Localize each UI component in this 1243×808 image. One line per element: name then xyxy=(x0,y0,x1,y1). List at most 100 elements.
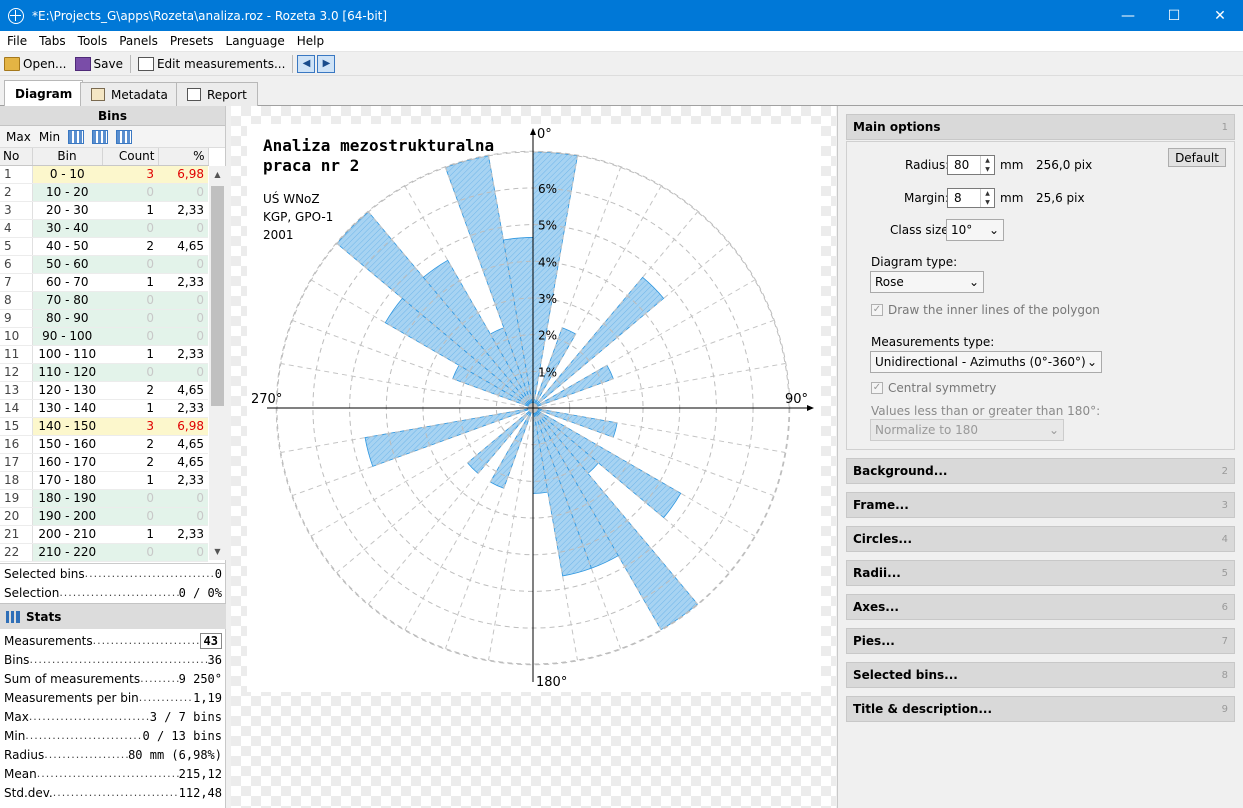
class-size-combo[interactable]: 10° ⌄ xyxy=(946,219,1004,241)
cell-no: 13 xyxy=(0,381,32,400)
table-row[interactable]: 18 170 - 180 1 2,33 xyxy=(0,471,208,490)
inner-lines-checkbox[interactable]: ✓ Draw the inner lines of the polygon xyxy=(871,303,1100,317)
collapse-right-icon[interactable]: ▶ xyxy=(317,54,336,73)
bins-scrollbar[interactable]: ▲ ▼ xyxy=(209,166,226,560)
select-all-icon[interactable] xyxy=(68,129,85,144)
central-symmetry-checkbox[interactable]: ✓ Central symmetry xyxy=(871,381,996,395)
cell-count: 0 xyxy=(102,219,158,238)
col-pct[interactable]: % xyxy=(158,148,209,166)
table-row[interactable]: 8 70 - 80 0 0 xyxy=(0,291,208,310)
table-row[interactable]: 11 100 - 110 1 2,33 xyxy=(0,345,208,364)
section-header[interactable]: Background... 2 xyxy=(846,458,1235,484)
table-row[interactable]: 3 20 - 30 1 2,33 xyxy=(0,201,208,220)
circle-label: 4% xyxy=(538,255,557,269)
table-row[interactable]: 2 10 - 20 0 0 xyxy=(0,183,208,202)
scroll-up-icon[interactable]: ▲ xyxy=(209,166,226,183)
margin-pix: 25,6 pix xyxy=(1036,191,1085,205)
stats-header[interactable]: Stats xyxy=(0,603,226,629)
menu-tabs[interactable]: Tabs xyxy=(33,34,72,48)
table-row[interactable]: 7 60 - 70 1 2,33 xyxy=(0,273,208,292)
open-button[interactable]: Open... xyxy=(0,53,71,75)
radius-spinner[interactable]: 80 ▲ ▼ xyxy=(947,155,995,175)
margin-value[interactable]: 8 xyxy=(948,189,980,207)
tab-strip: Diagram Metadata Report xyxy=(0,80,1243,107)
cell-bin: 40 - 50 xyxy=(31,237,102,256)
tab-diagram[interactable]: Diagram xyxy=(4,80,84,107)
menu-file[interactable]: File xyxy=(0,34,33,48)
section-header[interactable]: Axes... 6 xyxy=(846,594,1235,620)
cell-pct: 2,33 xyxy=(158,273,208,292)
margin-spinner[interactable]: 8 ▲ ▼ xyxy=(947,188,995,208)
table-row[interactable]: 20 190 - 200 0 0 xyxy=(0,507,208,526)
edit-measurements-button[interactable]: Edit measurements... xyxy=(134,53,289,75)
cell-count: 1 xyxy=(102,525,158,544)
default-button[interactable]: Default xyxy=(1168,148,1226,167)
menu-language[interactable]: Language xyxy=(220,34,291,48)
table-row[interactable]: 19 180 - 190 0 0 xyxy=(0,489,208,508)
bar-chart-icon xyxy=(6,610,20,623)
table-row[interactable]: 14 130 - 140 1 2,33 xyxy=(0,399,208,418)
section-header[interactable]: Radii... 5 xyxy=(846,560,1235,586)
stat-line: Radius..................................… xyxy=(0,745,226,764)
table-row[interactable]: 5 40 - 50 2 4,65 xyxy=(0,237,208,256)
meas-type-value: Unidirectional - Azimuths (0°-360°) xyxy=(875,355,1086,369)
bins-toolbar: Max Min xyxy=(0,126,225,148)
cell-pct: 2,33 xyxy=(158,399,208,418)
close-icon[interactable]: ✕ xyxy=(1197,0,1243,31)
table-row[interactable]: 15 140 - 150 3 6,98 xyxy=(0,417,208,436)
scroll-down-icon[interactable]: ▼ xyxy=(209,543,226,560)
table-row[interactable]: 4 30 - 40 0 0 xyxy=(0,219,208,238)
stat-label: Measurements per bin xyxy=(4,690,139,705)
table-row[interactable]: 6 50 - 60 0 0 xyxy=(0,255,208,274)
cell-count: 0 xyxy=(102,363,158,382)
axis-label-east: 90° xyxy=(785,392,808,407)
cell-pct: 6,98 xyxy=(158,165,208,184)
normalize-combo[interactable]: Normalize to 180 ⌄ xyxy=(870,419,1064,441)
table-row[interactable]: 21 200 - 210 1 2,33 xyxy=(0,525,208,544)
col-no[interactable]: No xyxy=(0,148,33,166)
section-header[interactable]: Title & description... 9 xyxy=(846,696,1235,722)
section-header[interactable]: Pies... 7 xyxy=(846,628,1235,654)
stat-value: 9 250° xyxy=(178,671,222,686)
maximize-icon[interactable]: ☐ xyxy=(1151,0,1197,31)
menu-presets[interactable]: Presets xyxy=(164,34,220,48)
menu-panels[interactable]: Panels xyxy=(113,34,164,48)
select-none-icon[interactable] xyxy=(116,129,133,144)
meas-type-combo[interactable]: Unidirectional - Azimuths (0°-360°) ⌄ xyxy=(870,351,1102,373)
stat-label: Measurements xyxy=(4,633,93,648)
table-row[interactable]: 9 80 - 90 0 0 xyxy=(0,309,208,328)
table-row[interactable]: 16 150 - 160 2 4,65 xyxy=(0,435,208,454)
tab-report[interactable]: Report xyxy=(176,82,258,106)
cell-count: 2 xyxy=(102,435,158,454)
table-row[interactable]: 10 - 10 3 6,98 xyxy=(0,165,208,184)
axis-label-north: 0° xyxy=(537,127,552,142)
cell-pct: 0 xyxy=(158,291,208,310)
main-options-header[interactable]: Main options 1 xyxy=(846,114,1235,140)
select-invert-icon[interactable] xyxy=(92,129,109,144)
table-row[interactable]: 17 160 - 170 2 4,65 xyxy=(0,453,208,472)
col-count[interactable]: Count xyxy=(102,148,159,166)
spinner-arrows-icon[interactable]: ▲ ▼ xyxy=(980,156,994,174)
table-row[interactable]: 13 120 - 130 2 4,65 xyxy=(0,381,208,400)
menu-help[interactable]: Help xyxy=(291,34,330,48)
stat-value: 0 / 13 bins xyxy=(142,728,222,743)
section-header[interactable]: Selected bins... 8 xyxy=(846,662,1235,688)
scroll-thumb[interactable] xyxy=(211,186,224,406)
min-button[interactable]: Min xyxy=(39,130,60,144)
cell-no: 15 xyxy=(0,417,32,436)
minimize-icon[interactable]: — xyxy=(1105,0,1151,31)
section-header[interactable]: Circles... 4 xyxy=(846,526,1235,552)
diagram-type-combo[interactable]: Rose ⌄ xyxy=(870,271,984,293)
table-row[interactable]: 12 110 - 120 0 0 xyxy=(0,363,208,382)
table-row[interactable]: 22 210 - 220 0 0 xyxy=(0,543,208,562)
col-bin[interactable]: Bin xyxy=(32,148,103,166)
collapse-left-icon[interactable]: ◀ xyxy=(297,54,316,73)
tab-metadata[interactable]: Metadata xyxy=(80,82,179,106)
table-row[interactable]: 10 90 - 100 0 0 xyxy=(0,327,208,346)
section-header[interactable]: Frame... 3 xyxy=(846,492,1235,518)
spinner-arrows-icon[interactable]: ▲ ▼ xyxy=(980,189,994,207)
menu-tools[interactable]: Tools xyxy=(72,34,114,48)
radius-value[interactable]: 80 xyxy=(948,156,980,174)
max-button[interactable]: Max xyxy=(6,130,31,144)
save-button[interactable]: Save xyxy=(71,53,127,75)
